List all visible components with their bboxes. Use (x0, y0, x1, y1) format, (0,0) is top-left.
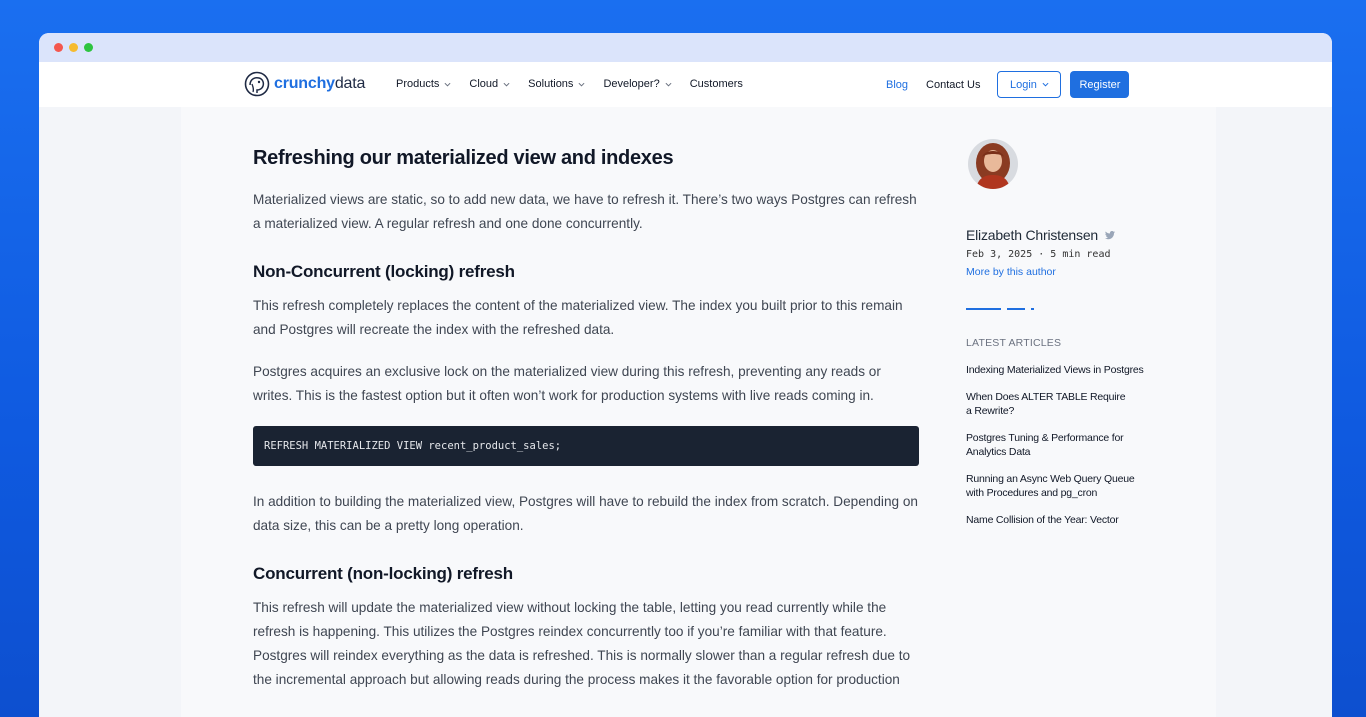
chevron-down-icon (578, 82, 585, 87)
site-header: crunchydata Products Cloud Solutions Dev… (39, 62, 1332, 107)
article-body: Refreshing our materialized view and ind… (253, 147, 919, 710)
page-body: Refreshing our materialized view and ind… (39, 107, 1332, 717)
latest-article-link[interactable]: Postgres Tuning & Performance for Analyt… (966, 431, 1141, 459)
chevron-down-icon (444, 82, 451, 87)
section-heading-concurrent: Concurrent (non-locking) refresh (253, 564, 513, 583)
latest-article-link[interactable]: Running an Async Web Query Queue with Pr… (966, 472, 1146, 500)
author-photo-icon (968, 139, 1018, 189)
decorative-divider (966, 308, 1166, 310)
section-heading-non-concurrent: Non-Concurrent (locking) refresh (253, 262, 515, 281)
article-intro: Materialized views are static, so to add… (253, 192, 917, 231)
nav-cloud[interactable]: Cloud (469, 78, 510, 90)
chevron-down-icon (665, 82, 672, 87)
register-button[interactable]: Register (1070, 71, 1130, 98)
article-sidebar: Elizabeth Christensen Feb 3, 2025 · 5 mi… (966, 139, 1166, 540)
author-name[interactable]: Elizabeth Christensen (966, 227, 1166, 243)
latest-article-link[interactable]: Name Collision of the Year: Vector (966, 513, 1146, 527)
maximize-window-button[interactable] (84, 43, 93, 52)
code-block[interactable]: REFRESH MATERIALIZED VIEW recent_product… (253, 426, 919, 466)
header-actions: Blog Contact Us Login Register (886, 71, 1130, 98)
content-container: Refreshing our materialized view and ind… (181, 107, 1216, 717)
close-window-button[interactable] (54, 43, 63, 52)
nav-blog-link[interactable]: Blog (886, 79, 908, 91)
article-title: Refreshing our materialized view and ind… (253, 147, 674, 169)
twitter-icon[interactable] (1104, 229, 1116, 241)
latest-articles-heading: LATEST ARTICLES (966, 337, 1062, 349)
elephant-logo-icon (244, 71, 270, 97)
window-titlebar (39, 33, 1332, 62)
nav-contact-link[interactable]: Contact Us (926, 79, 980, 91)
nav-products[interactable]: Products (396, 78, 451, 90)
code-text: REFRESH MATERIALIZED VIEW recent_product… (264, 440, 562, 452)
article-paragraph: In addition to building the materialized… (253, 494, 918, 533)
latest-article-link[interactable]: When Does ALTER TABLE Require a Rewrite? (966, 390, 1131, 418)
post-meta: Feb 3, 2025 · 5 min read (966, 249, 1111, 260)
article-paragraph: This refresh will update the materialize… (253, 600, 911, 687)
chevron-down-icon (503, 82, 510, 87)
site-logo[interactable]: crunchydata (244, 71, 365, 97)
site-logo-text: crunchydata (274, 75, 366, 92)
minimize-window-button[interactable] (69, 43, 78, 52)
latest-article-link[interactable]: Indexing Materialized Views in Postgres (966, 363, 1146, 377)
more-by-author-link[interactable]: More by this author (966, 266, 1166, 278)
article-paragraph: This refresh completely replaces the con… (253, 298, 903, 337)
main-nav: Products Cloud Solutions Developer? Cust… (396, 78, 761, 90)
chevron-down-icon (1042, 82, 1049, 87)
nav-developer[interactable]: Developer? (603, 78, 672, 90)
article-paragraph: Postgres acquires an exclusive lock on t… (253, 364, 881, 403)
nav-customers[interactable]: Customers (690, 78, 743, 90)
latest-articles-list: Indexing Materialized Views in Postgres … (966, 363, 1166, 527)
browser-window: crunchydata Products Cloud Solutions Dev… (39, 33, 1332, 717)
author-avatar[interactable] (968, 139, 1018, 189)
login-button[interactable]: Login (997, 71, 1062, 98)
nav-solutions[interactable]: Solutions (528, 78, 585, 90)
